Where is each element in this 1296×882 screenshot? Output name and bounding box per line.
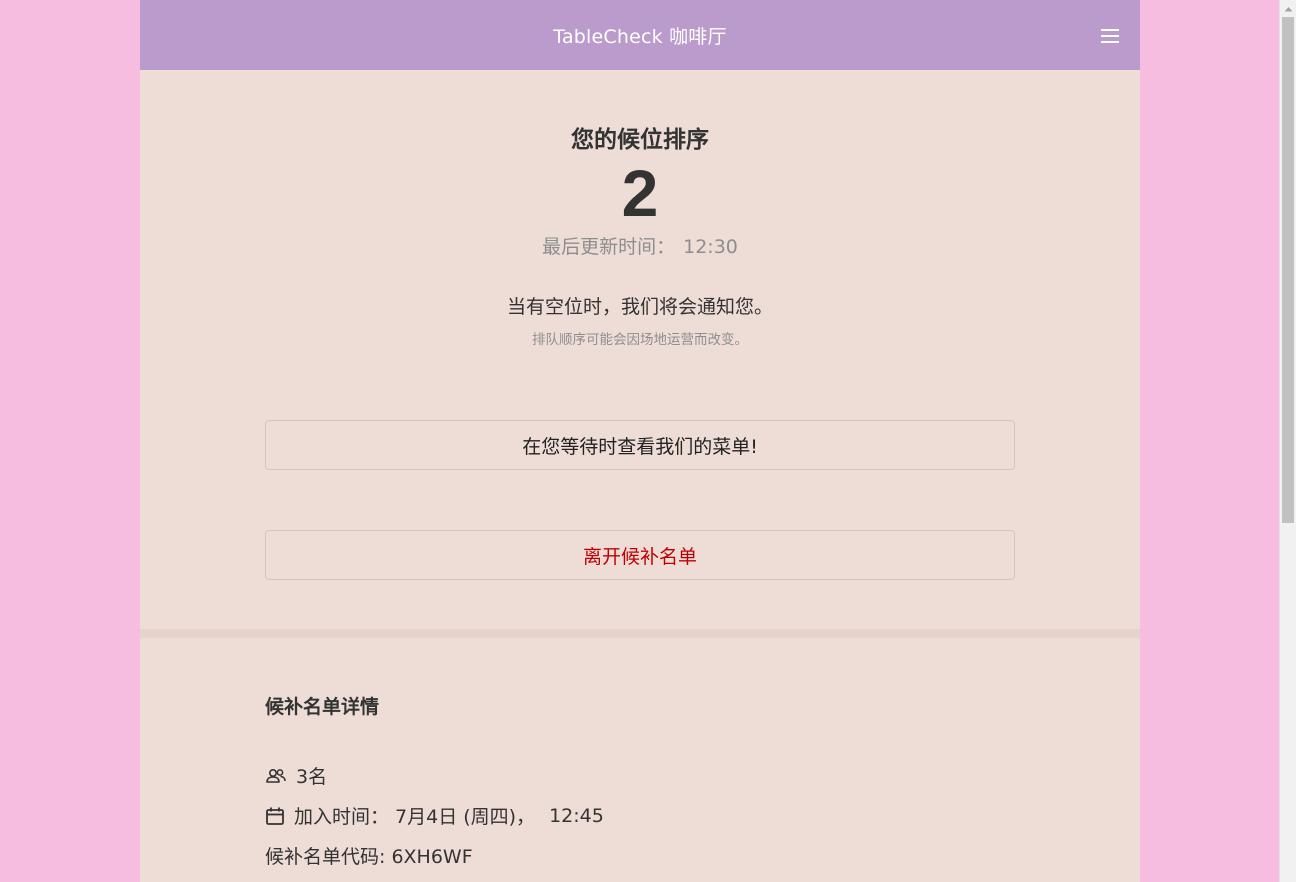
waitlist-code: 候补名单代码: 6XH6WF [265,846,473,868]
last-updated-label: 最后更新时间： [542,236,676,258]
waitlist-code-row: 候补名单代码: 6XH6WF [265,842,473,869]
last-updated: 最后更新时间： 12:30 [140,232,1140,259]
hamburger-menu-icon [1101,29,1119,43]
hamburger-menu-button[interactable] [1098,24,1122,48]
party-size-value: 3名 [296,766,328,788]
header-title: TableCheck 咖啡厅 [553,25,727,48]
waitlist-app: TableCheck 咖啡厅 您的候位排序 2 最后更新时间： 12:30 当有空… [140,0,1140,882]
top-header: TableCheck 咖啡厅 [140,0,1140,70]
vertical-scrollbar[interactable] [1279,0,1296,882]
rank-label: 您的候位排序 [571,127,709,153]
scrollbar-thumb[interactable] [1282,17,1294,523]
notify-message: 当有空位时，我们将会通知您。 [506,296,773,318]
waitlist-status: 您的候位排序 2 最后更新时间： 12:30 当有空位时，我们将会通知您。 排队顺… [140,70,1140,629]
joined-date: 7月4日 (周四)， [395,806,536,828]
view-menu-button[interactable]: 在您等待时查看我们的菜单! [265,420,1015,470]
joined-time-row: 加入时间： 7月4日 (周四)， 12:45 [265,802,604,829]
order-disclaimer: 排队顺序可能会因场地运营而改变。 [532,332,748,348]
people-icon [265,767,287,785]
joined-time: 12:45 [549,804,604,827]
scroll-up-arrow-icon[interactable] [1280,0,1296,17]
waitlist-details: 候补名单详情 3名 加入时间： 7月4日 (周四)， 12:45 候补名单代码:… [140,638,1140,882]
page-viewport: TableCheck 咖啡厅 您的候位排序 2 最后更新时间： 12:30 当有空… [0,0,1279,882]
joined-label: 加入时间： [294,806,390,828]
calendar-icon [265,806,285,826]
last-updated-time: 12:30 [683,236,738,258]
party-size-row: 3名 [265,762,327,789]
details-title: 候补名单详情 [265,696,380,718]
leave-waitlist-button[interactable]: 离开候补名单 [265,530,1015,580]
section-divider [140,629,1140,638]
rank-number: 2 [621,156,659,230]
